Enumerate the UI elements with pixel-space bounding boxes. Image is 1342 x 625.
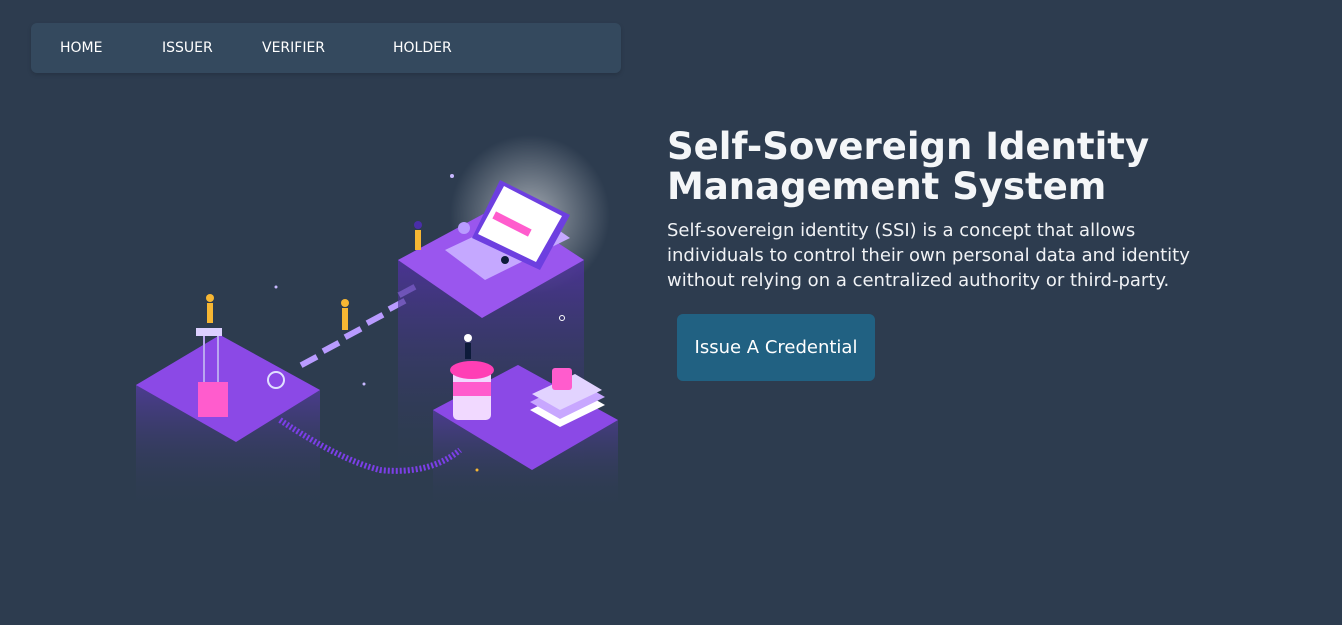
person-icon — [414, 221, 422, 229]
hero-title: Self-Sovereign Identity Management Syste… — [667, 125, 1150, 208]
person-icon — [206, 294, 214, 302]
nav-verifier-link[interactable]: VERIFIER — [262, 40, 325, 56]
person-icon — [501, 256, 509, 264]
nav-holder-link[interactable]: HOLDER — [393, 40, 452, 56]
isometric-identity-illustration — [136, 135, 618, 510]
top-navbar: HOME ISSUER VERIFIER HOLDER — [31, 23, 621, 73]
plant-icon — [458, 222, 470, 234]
walking-person-icon — [341, 299, 349, 307]
nav-issuer-link[interactable]: ISSUER — [162, 40, 213, 56]
coffee-cup-icon — [450, 361, 494, 420]
nav-home-link[interactable]: HOME — [60, 40, 102, 56]
megaphone-person-icon — [464, 334, 472, 342]
left-platform — [136, 294, 320, 510]
desk-icon — [198, 382, 228, 417]
hero-description: Self-sovereign identity (SSI) is a conce… — [667, 220, 1190, 291]
issue-credential-button[interactable]: Issue A Credential — [677, 314, 875, 381]
